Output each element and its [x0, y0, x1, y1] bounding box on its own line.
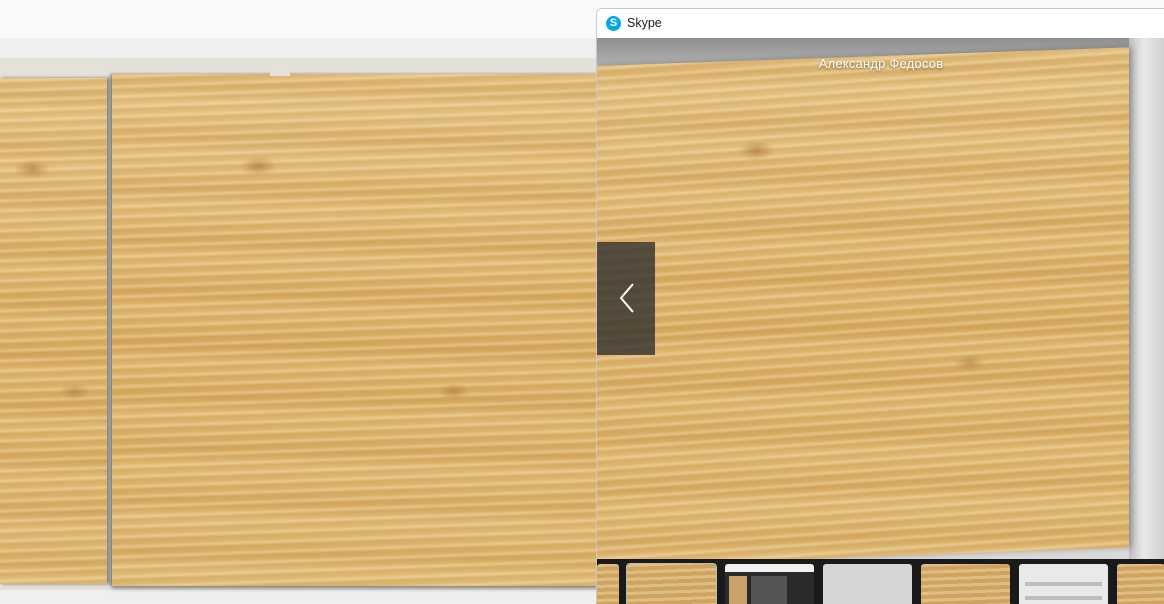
thumbnail[interactable] — [823, 564, 912, 604]
thumbnail-shelf — [1025, 582, 1102, 586]
thumbnail-shelf — [1025, 596, 1102, 600]
thumbnail-selected[interactable] — [626, 563, 717, 604]
chevron-left-icon — [619, 283, 634, 313]
thumbnail-titlebar — [725, 564, 814, 572]
thumbnail[interactable] — [725, 564, 814, 604]
previous-photo-button[interactable] — [597, 242, 655, 355]
thumbnail-panel — [751, 576, 787, 604]
wood-panel-main — [112, 74, 600, 586]
photo-viewer[interactable]: Александр Федосов — [597, 38, 1164, 559]
thumbnail[interactable] — [1117, 564, 1164, 604]
window-title: Skype — [627, 16, 662, 30]
skype-window: S Skype Александр Федосов — [596, 8, 1164, 604]
photo-wood-panel — [597, 47, 1129, 559]
skype-logo-icon: S — [606, 16, 621, 31]
skype-titlebar[interactable]: S Skype — [597, 9, 1164, 38]
thumbnail[interactable] — [921, 564, 1010, 604]
thumbnail-strip — [597, 559, 1164, 604]
thumbnail[interactable] — [1019, 564, 1108, 604]
wood-panel-left — [0, 78, 107, 584]
thumbnail[interactable] — [597, 564, 619, 604]
thumbnail-panel — [729, 576, 747, 604]
sender-name: Александр Федосов — [818, 56, 944, 71]
panel-notch — [270, 58, 290, 76]
photo-background-rail — [1129, 38, 1164, 559]
